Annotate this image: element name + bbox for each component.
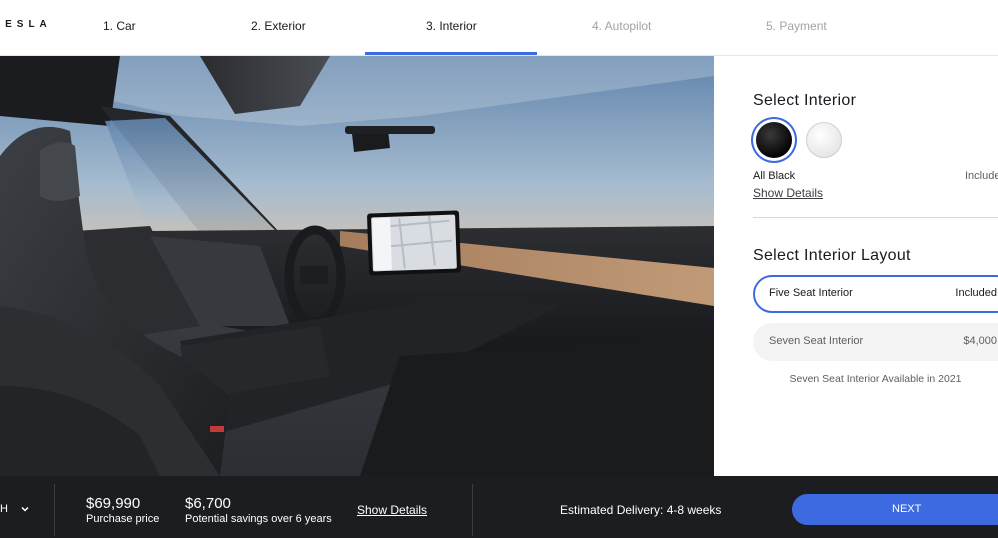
step-exterior[interactable]: 2. Exterior [251, 19, 306, 33]
trim-selector[interactable]: H [0, 503, 8, 515]
step-autopilot[interactable]: 4. Autopilot [592, 19, 651, 33]
potential-savings: $6,700 [185, 495, 231, 512]
layout-option-price: $4,000 [963, 335, 997, 347]
potential-savings-label: Potential savings over 6 years [185, 513, 332, 525]
interior-section-title: Select Interior [753, 92, 857, 109]
section-divider [753, 217, 998, 218]
top-nav: TESLA 1. Car 2. Exterior 3. Interior 4. … [0, 0, 998, 56]
bar-divider [54, 484, 55, 536]
configuration-panel: Select Interior All Black Included Show … [714, 56, 998, 476]
purchase-price-label: Purchase price [86, 513, 160, 525]
selected-interior-name: All Black [753, 170, 796, 182]
chevron-down-icon[interactable] [20, 504, 30, 514]
layout-option-price: Included [955, 287, 997, 299]
interior-preview-image [0, 56, 714, 476]
layout-section-title: Select Interior Layout [753, 247, 911, 264]
step-car[interactable]: 1. Car [103, 19, 136, 33]
estimated-delivery: Estimated Delivery: 4-8 weeks [560, 503, 722, 517]
active-step-indicator [365, 52, 537, 55]
purchase-price: $69,990 [86, 495, 141, 512]
step-payment[interactable]: 5. Payment [766, 19, 827, 33]
layout-option-five-seat[interactable]: Five Seat Interior Included [753, 275, 998, 313]
interior-swatch-all-black[interactable] [756, 122, 792, 158]
step-interior[interactable]: 3. Interior [426, 19, 477, 33]
pricing-show-details-link[interactable]: Show Details [357, 503, 427, 517]
next-button-label: NEXT [892, 503, 922, 515]
interior-show-details-link[interactable]: Show Details [753, 186, 823, 200]
car-interior-illustration [0, 56, 714, 476]
layout-option-seven-seat[interactable]: Seven Seat Interior $4,000 [753, 323, 998, 361]
tesla-logo[interactable]: TESLA [0, 19, 52, 30]
interior-swatch-black-and-white[interactable] [806, 122, 842, 158]
next-button[interactable]: NEXT [792, 494, 998, 525]
layout-option-name: Five Seat Interior [769, 287, 853, 299]
layout-option-name: Seven Seat Interior [769, 335, 864, 347]
selected-interior-price: Included [965, 170, 998, 182]
layout-availability-note: Seven Seat Interior Available in 2021 [789, 373, 962, 385]
bar-divider [472, 484, 473, 536]
bottom-summary-bar: H $69,990 Purchase price $6,700 Potentia… [0, 476, 998, 538]
